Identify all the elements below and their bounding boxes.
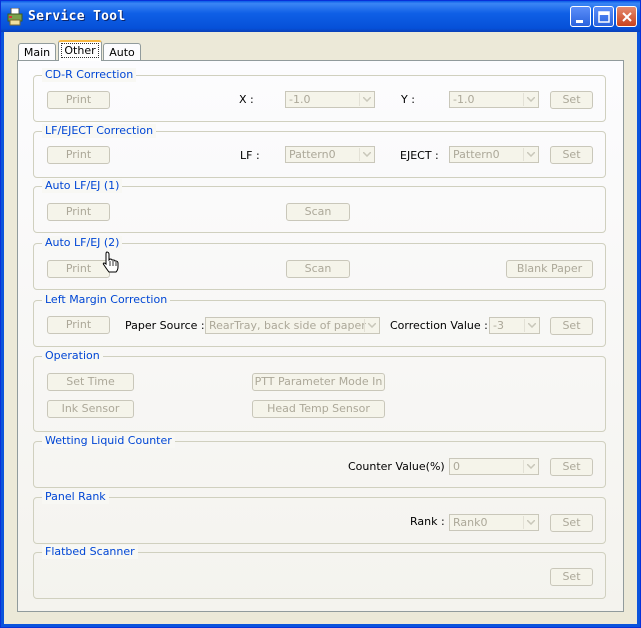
chevron-down-icon [364, 319, 378, 332]
paper-source-value: RearTray, back side of paper [209, 319, 366, 332]
ptt-parameter-mode-button[interactable]: PTT Parameter Mode In [252, 373, 385, 391]
counter-value-value: 0 [453, 460, 460, 473]
eject-select-value: Pattern0 [453, 148, 500, 161]
printer-app-icon [7, 7, 23, 26]
service-tool-window: Service Tool Main Other Auto CD-R Correc… [0, 0, 641, 628]
auto2-print-button[interactable]: Print [47, 260, 110, 278]
y-select-value: -1.0 [453, 93, 475, 106]
group-title: Operation [42, 349, 103, 363]
window-border-right [637, 32, 640, 627]
chevron-down-icon [523, 93, 537, 106]
y-label: Y : [401, 93, 415, 106]
x-label: X : [239, 93, 254, 106]
window-border-left [1, 32, 4, 627]
chevron-down-icon [523, 516, 537, 529]
left-margin-print-button[interactable]: Print [47, 316, 110, 334]
eject-label: EJECT : [400, 149, 439, 162]
lf-label: LF : [240, 149, 260, 162]
hand-cursor-icon [102, 251, 120, 276]
auto1-print-button[interactable]: Print [47, 203, 110, 221]
blank-paper-button[interactable]: Blank Paper [506, 260, 593, 278]
rank-select-value: Rank0 [453, 516, 488, 529]
paper-source-label: Paper Source : [125, 319, 205, 332]
chevron-down-icon [523, 148, 537, 161]
eject-select[interactable]: Pattern0 [449, 146, 539, 163]
chevron-down-icon [359, 93, 373, 106]
counter-value-select[interactable]: 0 [449, 458, 539, 475]
tab-other-label: Other [61, 43, 99, 58]
group-title: Auto LF/EJ (1) [42, 179, 123, 193]
chevron-down-icon [359, 148, 373, 161]
title-bar[interactable]: Service Tool [1, 1, 640, 32]
left-margin-set-button[interactable]: Set [550, 317, 593, 335]
group-title: Auto LF/EJ (2) [42, 236, 123, 250]
chevron-down-icon [523, 460, 537, 473]
paper-source-select[interactable]: RearTray, back side of paper [205, 317, 380, 334]
group-title: Wetting Liquid Counter [42, 434, 175, 448]
maximize-button[interactable] [593, 6, 614, 27]
set-time-button[interactable]: Set Time [47, 373, 134, 391]
tab-other[interactable]: Other [58, 40, 102, 61]
correction-value-label: Correction Value : [390, 319, 488, 332]
head-temp-sensor-button[interactable]: Head Temp Sensor [252, 400, 385, 418]
close-button[interactable] [616, 6, 637, 27]
window-title: Service Tool [28, 9, 126, 24]
y-select[interactable]: -1.0 [449, 91, 539, 108]
correction-value-select[interactable]: -3 [489, 317, 540, 334]
group-title: LF/EJECT Correction [42, 124, 157, 138]
group-title: Left Margin Correction [42, 293, 171, 307]
tab-auto[interactable]: Auto [103, 43, 141, 61]
lf-eject-print-button[interactable]: Print [47, 146, 110, 164]
x-select[interactable]: -1.0 [285, 91, 375, 108]
lf-select[interactable]: Pattern0 [285, 146, 375, 163]
group-flatbed-scanner: Flatbed Scanner [33, 545, 606, 599]
flatbed-set-button[interactable]: Set [550, 568, 593, 586]
panel-rank-set-button[interactable]: Set [550, 514, 593, 532]
group-title: Flatbed Scanner [42, 545, 138, 559]
x-select-value: -1.0 [289, 93, 311, 106]
cdr-print-button[interactable]: Print [47, 91, 110, 109]
ink-sensor-button[interactable]: Ink Sensor [47, 400, 134, 418]
lf-select-value: Pattern0 [289, 148, 336, 161]
tab-auto-label: Auto [109, 46, 135, 59]
group-title: Panel Rank [42, 490, 109, 504]
window-border-bottom [1, 624, 640, 627]
cdr-set-button[interactable]: Set [550, 91, 593, 109]
auto1-scan-button[interactable]: Scan [286, 203, 350, 221]
counter-value-label: Counter Value(%) : [348, 460, 452, 473]
rank-select[interactable]: Rank0 [449, 514, 539, 531]
rank-label: Rank : [410, 515, 445, 528]
lf-eject-set-button[interactable]: Set [550, 146, 593, 164]
auto2-scan-button[interactable]: Scan [286, 260, 350, 278]
tab-main[interactable]: Main [18, 43, 56, 61]
wetting-set-button[interactable]: Set [550, 458, 593, 476]
correction-value-value: -3 [493, 319, 504, 332]
chevron-down-icon [524, 319, 538, 332]
group-title: CD-R Correction [42, 68, 137, 82]
group-operation: Operation [33, 349, 606, 432]
tab-main-label: Main [23, 46, 51, 59]
minimize-button[interactable] [570, 6, 591, 27]
